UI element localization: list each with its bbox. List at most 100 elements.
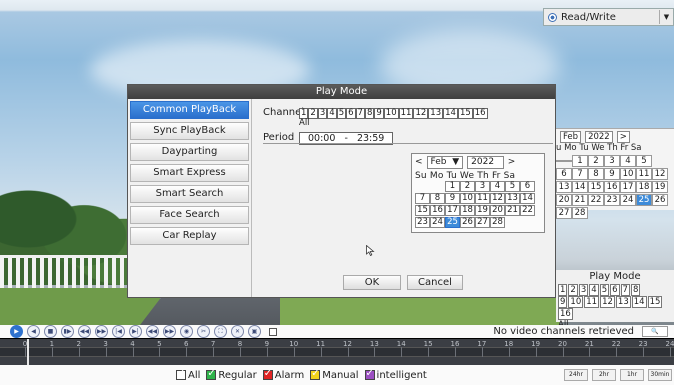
calendar-day[interactable]: 2 (460, 181, 475, 192)
side-calendar-day[interactable]: 23 (604, 194, 620, 206)
side-channel-checkbox[interactable]: 8 (630, 284, 641, 296)
channel-checkbox[interactable]: 10 (383, 108, 399, 119)
side-calendar-day[interactable]: 7 (572, 168, 588, 180)
channel-checkbox[interactable]: 9 (374, 108, 384, 119)
calendar-day[interactable]: 12 (490, 193, 505, 204)
reverse-icon[interactable]: ◀ (27, 325, 40, 338)
calendar-day[interactable]: 22 (520, 205, 535, 216)
channel-checkbox[interactable]: 6 (346, 108, 356, 119)
side-month-select[interactable]: Feb (560, 131, 582, 143)
menu-item-dayparting[interactable]: Dayparting (130, 143, 249, 161)
calendar-day[interactable]: 20 (490, 205, 505, 216)
channel-checkbox[interactable]: 15 (457, 108, 473, 119)
read-write-selector[interactable]: Read/Write ▼ (543, 8, 674, 26)
calendar-day[interactable]: 27 (475, 217, 490, 228)
channel-checkbox[interactable]: 3 (317, 108, 328, 119)
side-calendar-day[interactable]: 17 (620, 181, 636, 193)
window-icon[interactable]: ▣ (248, 325, 261, 338)
side-calendar-day[interactable]: 25 (636, 194, 652, 206)
calendar-day[interactable]: 15 (415, 205, 430, 216)
side-next-button[interactable]: > (616, 131, 630, 143)
snapshot-icon[interactable]: ◉ (180, 325, 193, 338)
timeline-cursor[interactable] (27, 339, 29, 365)
prev-month-button[interactable]: < (415, 157, 423, 168)
legend-alarm-checkbox[interactable]: Alarm (262, 368, 304, 381)
range-1hr-button[interactable]: 1hr (620, 369, 644, 381)
calendar-day[interactable]: 7 (415, 193, 430, 204)
range-30min-button[interactable]: 30min (648, 369, 672, 381)
range-2hr-button[interactable]: 2hr (592, 369, 616, 381)
channel-checkbox[interactable]: 2 (308, 108, 318, 119)
side-channel-checkbox[interactable]: 4 (589, 284, 599, 296)
option-checkbox[interactable] (269, 327, 277, 336)
menu-item-face-search[interactable]: Face Search (130, 206, 249, 224)
channel-checkbox[interactable]: 13 (428, 108, 444, 119)
side-channel-checkbox[interactable]: 13 (615, 296, 631, 308)
rewind-icon[interactable]: ◀◀ (78, 325, 91, 338)
side-channel-checkbox[interactable]: 6 (610, 284, 620, 296)
side-calendar-day[interactable]: 19 (652, 181, 668, 193)
side-calendar-day[interactable]: 13 (556, 181, 572, 193)
channel-checkbox[interactable]: 11 (398, 108, 414, 119)
calendar-day[interactable]: 8 (430, 193, 445, 204)
legend-manual-checkbox[interactable]: Manual (310, 368, 359, 381)
side-channel-checkbox[interactable]: 12 (600, 296, 615, 308)
side-calendar-day[interactable]: 11 (636, 168, 652, 180)
channel-checkbox[interactable]: 4 (327, 108, 337, 119)
side-calendar-day[interactable]: 10 (620, 168, 636, 180)
side-calendar-day[interactable]: 4 (620, 155, 636, 167)
calendar-day[interactable]: 10 (460, 193, 475, 204)
fast-forward-icon[interactable]: ▶▶ (95, 325, 108, 338)
calendar-day[interactable]: 3 (475, 181, 490, 192)
timeline[interactable]: 0 1 2 3 4 5 6 7 8 9 10 11 12 13 14 15 16 17 18 19 20 21 22 23 24 (0, 339, 674, 365)
zoom-icon[interactable]: 🔍 (642, 326, 668, 337)
side-calendar-day[interactable]: 8 (588, 168, 604, 180)
calendar-day[interactable]: 13 (505, 193, 520, 204)
calendar-day[interactable]: 11 (475, 193, 490, 204)
cancel-button[interactable]: Cancel (407, 275, 463, 290)
side-channel-checkbox[interactable]: 10 (568, 296, 584, 308)
calendar-day[interactable]: 21 (505, 205, 520, 216)
radio-icon[interactable] (548, 12, 557, 22)
calendar-day[interactable]: 25 (445, 217, 460, 228)
range-24hr-button[interactable]: 24hr (564, 369, 588, 381)
side-calendar-day[interactable]: 18 (636, 181, 652, 193)
chevron-down-icon[interactable]: ▼ (659, 10, 673, 24)
side-calendar-day[interactable]: 3 (604, 155, 620, 167)
side-calendar-day[interactable]: 20 (556, 194, 572, 206)
side-channel-checkbox[interactable]: 11 (584, 296, 600, 308)
legend-all-checkbox[interactable]: All (176, 368, 200, 381)
side-channel-checkbox[interactable]: 5 (599, 284, 610, 296)
legend-regular-checkbox[interactable]: Regular (206, 368, 257, 381)
side-calendar-day[interactable]: 6 (556, 168, 572, 180)
calendar-day[interactable]: 5 (505, 181, 520, 192)
side-calendar-day[interactable]: 5 (636, 155, 652, 167)
side-year-select[interactable]: 2022 (585, 131, 613, 143)
side-calendar-day[interactable]: 16 (604, 181, 620, 193)
next-segment-icon[interactable]: ▶| (129, 325, 142, 338)
side-calendar-day[interactable]: 12 (652, 168, 668, 180)
side-calendar-day[interactable]: 1 (572, 155, 588, 167)
legend-intelligent-checkbox[interactable]: intelligent (364, 368, 427, 381)
side-channel-checkbox[interactable]: 7 (620, 284, 630, 296)
side-channel-checkbox[interactable]: 3 (578, 284, 589, 296)
next-month-button[interactable]: > (508, 157, 516, 168)
side-calendar-day[interactable]: 14 (572, 181, 588, 193)
side-channel-checkbox[interactable]: 9 (558, 296, 568, 308)
side-channel-checkbox[interactable]: 14 (631, 296, 647, 308)
calendar-day[interactable]: 6 (520, 181, 535, 192)
side-channel-checkbox[interactable]: 15 (647, 296, 663, 308)
calendar-day[interactable]: 26 (460, 217, 475, 228)
side-calendar-day[interactable]: 21 (572, 194, 588, 206)
calendar-day[interactable]: 1 (445, 181, 460, 192)
calendar-day[interactable]: 9 (445, 193, 460, 204)
calendar-day[interactable]: 4 (490, 181, 505, 192)
side-calendar-day[interactable]: 9 (604, 168, 620, 180)
side-calendar-day[interactable]: 24 (620, 194, 636, 206)
previous-file-icon[interactable]: ◀◀ (146, 325, 159, 338)
channel-checkbox[interactable]: 5 (336, 108, 347, 119)
calendar-day[interactable]: 23 (415, 217, 430, 228)
month-select[interactable]: Feb ▼ (426, 156, 464, 169)
calendar-day[interactable]: 28 (490, 217, 505, 228)
calendar-day[interactable]: 18 (460, 205, 475, 216)
